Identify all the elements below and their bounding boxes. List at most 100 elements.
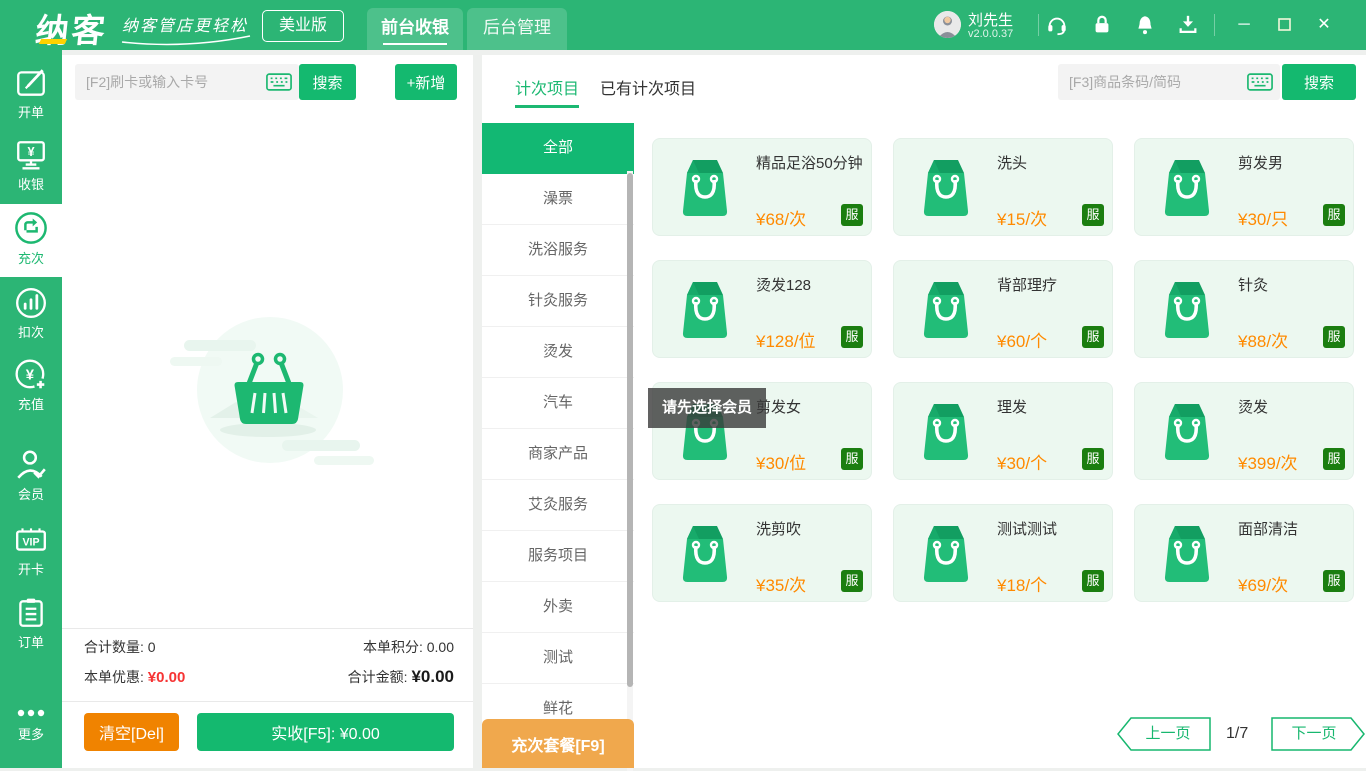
category-item[interactable]: 测试 [482, 633, 634, 684]
svg-text:VIP: VIP [22, 536, 39, 548]
product-name: 洗头 [997, 152, 1027, 173]
keyboard-icon[interactable] [266, 73, 292, 91]
sidebar-item-more[interactable]: 更多 [0, 698, 62, 748]
discount-value: ¥0.00 [148, 669, 186, 686]
category-item[interactable]: 全部 [482, 123, 634, 174]
tab-count-items[interactable]: 计次项目 [515, 75, 579, 99]
brand-tagline: 纳客管店更轻松 [122, 12, 248, 36]
category-item[interactable]: 商家产品 [482, 429, 634, 480]
product-price: ¥60/个 [997, 327, 1047, 352]
product-price: ¥15/次 [997, 205, 1047, 230]
product-price: ¥30/个 [997, 449, 1047, 474]
category-item[interactable]: 汽车 [482, 378, 634, 429]
sidebar-item-billing[interactable]: 开单 [0, 60, 62, 128]
product-card[interactable]: 背部理疗 ¥60/个 服 [893, 260, 1113, 358]
service-badge: 服 [1323, 204, 1345, 226]
category-label: 汽车 [543, 394, 573, 411]
edition-badge[interactable]: 美业版 [262, 10, 344, 42]
sidebar-item-label: 收银 [0, 174, 62, 193]
sidebar-item-open-card[interactable]: VIP 开卡 [0, 517, 62, 585]
shopping-bag-icon [1161, 277, 1213, 341]
service-badge: 服 [1323, 326, 1345, 348]
category-item[interactable]: 澡票 [482, 174, 634, 225]
product-name: 针灸 [1238, 274, 1268, 295]
amount-label: 合计金额: [348, 669, 408, 685]
service-badge: 服 [1082, 326, 1104, 348]
card-search-button[interactable]: 搜索 [299, 64, 356, 100]
next-page-button[interactable]: 下一页 [1270, 717, 1366, 751]
header-divider [1038, 14, 1039, 36]
cart-panel: 搜索 +新增 合计数量: 0 [62, 55, 473, 768]
product-price: ¥399/次 [1238, 449, 1298, 474]
minimize-icon[interactable]: ─ [1232, 13, 1256, 37]
barcode-search-button[interactable]: 搜索 [1282, 64, 1356, 100]
product-price: ¥68/次 [756, 205, 806, 230]
product-card[interactable]: 剪发男 ¥30/只 服 [1134, 138, 1354, 236]
sidebar-item-deduct-count[interactable]: 扣次 [0, 280, 62, 348]
brand-logo: 纳客 [33, 4, 110, 52]
product-card[interactable]: 烫发 ¥399/次 服 [1134, 382, 1354, 480]
main-sidebar: 开单 ¥ 收银 充次 扣次 [0, 50, 62, 768]
product-card[interactable]: 测试测试 ¥18/个 服 [893, 504, 1113, 602]
bell-icon[interactable] [1134, 14, 1156, 36]
tab-existing-count-items[interactable]: 已有计次项目 [600, 75, 696, 99]
prev-page-button[interactable]: 上一页 [1116, 717, 1212, 751]
checkout-button[interactable]: 实收[F5]: ¥0.00 [197, 713, 454, 751]
prev-page-label: 上一页 [1116, 717, 1212, 750]
category-scrollbar-thumb[interactable] [627, 173, 633, 687]
clear-button[interactable]: 清空[Del] [84, 713, 179, 751]
product-card[interactable]: 理发 ¥30/个 服 [893, 382, 1113, 480]
category-item[interactable]: 洗浴服务 [482, 225, 634, 276]
service-badge: 服 [841, 448, 863, 470]
shopping-bag-icon [679, 277, 731, 341]
close-icon[interactable]: ✕ [1312, 13, 1336, 37]
count-package-button[interactable]: 充次套餐[F9] [482, 719, 634, 768]
tab-back-manage[interactable]: 后台管理 [467, 8, 567, 50]
sidebar-item-label: 更多 [0, 724, 62, 743]
add-member-button[interactable]: +新增 [395, 64, 457, 100]
shopping-bag-icon [1161, 399, 1213, 463]
empty-cart-illustration [162, 290, 382, 480]
product-name: 烫发128 [756, 274, 811, 295]
category-label: 全部 [543, 139, 573, 156]
product-name: 洗剪吹 [756, 518, 801, 539]
lock-icon[interactable] [1091, 14, 1113, 36]
product-card[interactable]: 洗剪吹 ¥35/次 服 [652, 504, 872, 602]
shopping-bag-icon [679, 521, 731, 585]
category-item[interactable]: 外卖 [482, 582, 634, 633]
sidebar-item-cashier[interactable]: ¥ 收银 [0, 132, 62, 200]
barcode-search-box [1058, 64, 1280, 100]
download-icon[interactable] [1177, 14, 1199, 36]
product-card[interactable]: 精品足浴50分钟 ¥68/次 服 [652, 138, 872, 236]
next-page-label: 下一页 [1270, 717, 1366, 750]
keyboard-icon[interactable] [1247, 73, 1273, 91]
points-label: 本单积分: [363, 639, 423, 655]
category-label: 商家产品 [528, 445, 588, 462]
points-value: 0.00 [427, 639, 454, 655]
category-item[interactable]: 艾灸服务 [482, 480, 634, 531]
product-card[interactable]: 针灸 ¥88/次 服 [1134, 260, 1354, 358]
sidebar-item-recharge-count[interactable]: 充次 [0, 204, 62, 277]
product-card[interactable]: 面部清洁 ¥69/次 服 [1134, 504, 1354, 602]
select-member-tooltip: 请先选择会员 [648, 388, 766, 428]
product-card[interactable]: 烫发128 ¥128/位 服 [652, 260, 872, 358]
tab-front-cashier[interactable]: 前台收银 [367, 8, 463, 50]
product-grid: 精品足浴50分钟 ¥68/次 服 洗头 ¥15/次 [652, 138, 1353, 602]
category-item[interactable]: 针灸服务 [482, 276, 634, 327]
service-badge: 服 [1082, 570, 1104, 592]
logo-accent [39, 39, 67, 44]
service-badge: 服 [841, 204, 863, 226]
maximize-icon[interactable] [1272, 13, 1296, 37]
points-group: 本单积分: 0.00 [363, 637, 454, 657]
summary-row-1: 合计数量: 0 本单积分: 0.00 [84, 637, 454, 657]
svg-text:¥: ¥ [27, 144, 35, 159]
user-avatar[interactable] [934, 11, 961, 38]
sidebar-item-orders[interactable]: 订单 [0, 590, 62, 658]
sidebar-item-topup[interactable]: ¥ 充值 [0, 352, 62, 420]
sidebar-item-member[interactable]: 会员 [0, 442, 62, 510]
shopping-bag-icon [920, 155, 972, 219]
support-headset-icon[interactable] [1046, 14, 1068, 36]
product-card[interactable]: 洗头 ¥15/次 服 [893, 138, 1113, 236]
category-item[interactable]: 服务项目 [482, 531, 634, 582]
category-item[interactable]: 烫发 [482, 327, 634, 378]
